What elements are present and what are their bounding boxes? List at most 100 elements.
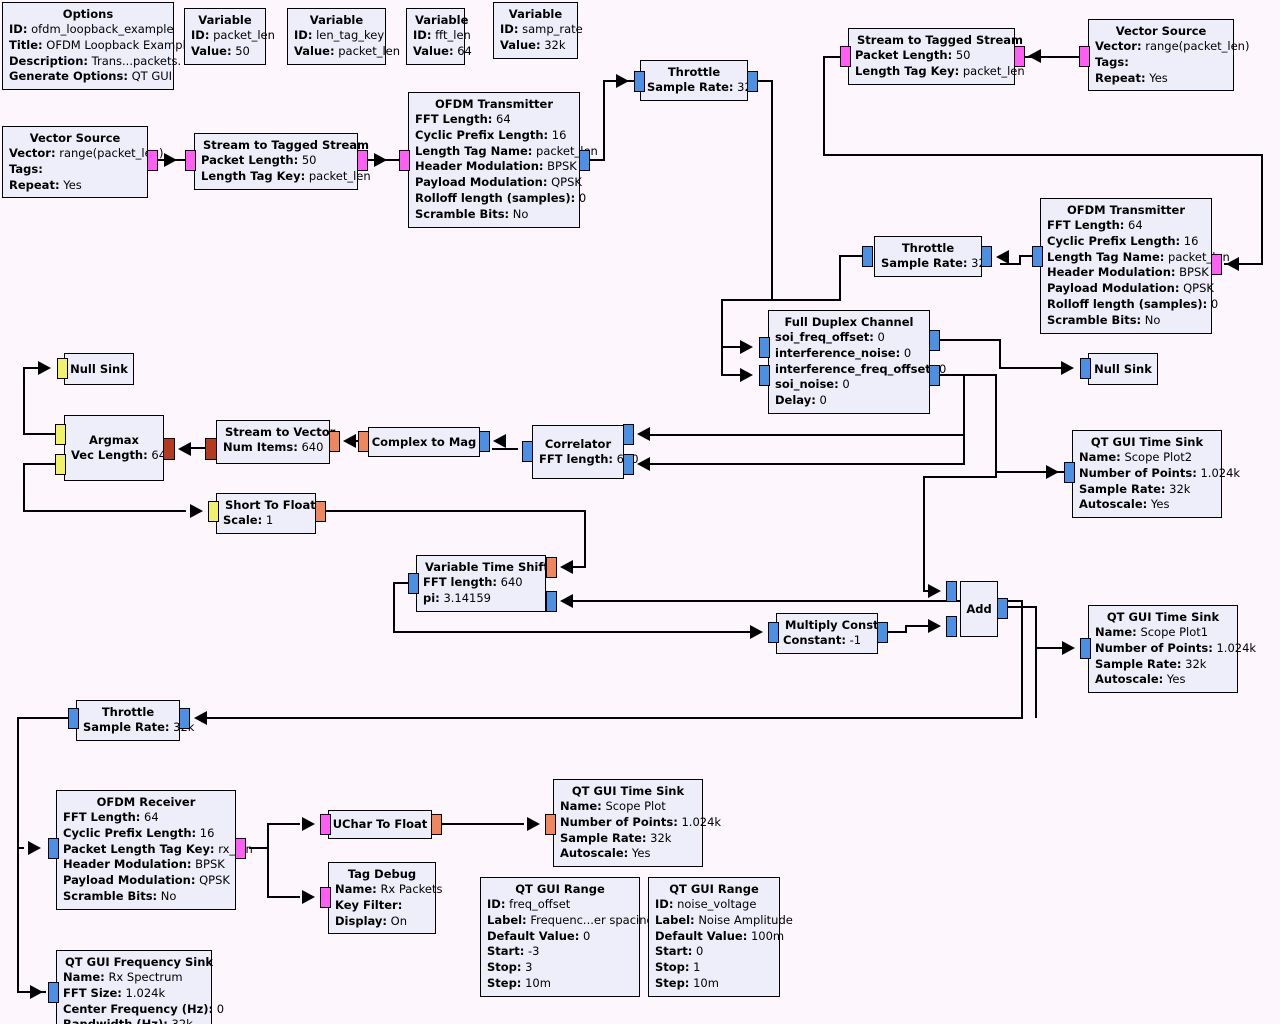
port-out-vector-source-right[interactable] [1079, 46, 1090, 67]
block-multiply-const[interactable]: Multiply Const Constant: -1 [776, 613, 879, 654]
port-in1-correlator[interactable] [623, 454, 634, 475]
port-out-stream-to-tagged-left[interactable] [357, 150, 368, 171]
port-out-throttle-top[interactable] [747, 71, 758, 92]
port-out-short-to-float[interactable] [315, 501, 326, 522]
param-step: Step: 10m [487, 975, 551, 990]
param-sample-rate: Sample Rate: 32k [560, 830, 672, 845]
param-interference-noise: interference_noise: 0 [775, 345, 912, 360]
block-throttle-mid[interactable]: Throttle Sample Rate: 32k [874, 236, 992, 277]
block-throttle-bottom[interactable]: Throttle Sample Rate: 32k [76, 700, 194, 741]
block-tag-debug[interactable]: Tag Debug Name: Rx Packets Key Filter: D… [328, 862, 443, 935]
block-stream-to-tagged-left[interactable]: Stream to Tagged Stream Packet Length: 5… [194, 133, 371, 190]
port-out1-full-duplex-channel[interactable] [929, 365, 940, 386]
port-out-uchar-to-float[interactable] [431, 814, 442, 835]
port-out1-argmax[interactable] [55, 454, 66, 475]
flowgraph-canvas[interactable]: Options ID: ofdm_loopback_example Title:… [0, 0, 1280, 1024]
port-out-add[interactable] [997, 598, 1008, 619]
param-scramble-bits: Scramble Bits: No [415, 206, 529, 221]
arrowhead [1062, 641, 1075, 655]
port-in-qt-time-sink-2[interactable] [1064, 462, 1075, 483]
port-in-throttle-top[interactable] [634, 71, 645, 92]
port-in-qt-time-sink-1[interactable] [1080, 638, 1091, 659]
block-title: Throttle [901, 241, 955, 255]
port-out-throttle-mid[interactable] [981, 246, 992, 267]
block-variable-packet-len[interactable]: Variable ID: packet_len Value: 50 [184, 8, 275, 65]
port-out-throttle-bottom[interactable] [68, 708, 79, 729]
block-null-sink-left[interactable]: Null Sink [64, 353, 134, 385]
port-in-throttle-mid[interactable] [862, 246, 873, 267]
port-out-ofdm-transmitter-right[interactable] [1032, 246, 1043, 267]
block-throttle-top[interactable]: Throttle Sample Rate: 32k [640, 60, 758, 101]
block-qt-range-noise-voltage[interactable]: QT GUI Range ID: noise_voltage Label: No… [648, 877, 793, 997]
block-options[interactable]: Options ID: ofdm_loopback_example Title:… [2, 2, 193, 91]
param-stop: Stop: 1 [655, 960, 701, 975]
block-stream-to-vector[interactable]: Stream to Vector Num Items: 640 [216, 420, 336, 464]
block-qt-range-freq-offset[interactable]: QT GUI Range ID: freq_offset Label: Freq… [480, 877, 658, 997]
param-packet-length-tag-key: Packet Length Tag Key: rx_len [63, 841, 253, 856]
block-full-duplex-channel[interactable]: Full Duplex Channel soi_freq_offset: 0 i… [768, 310, 946, 414]
param-rolloff-length: Rolloff length (samples): 0 [1047, 296, 1219, 311]
port-in1-add[interactable] [946, 616, 957, 637]
port-in-throttle-bottom[interactable] [179, 708, 190, 729]
block-qt-time-sink-2[interactable]: QT GUI Time Sink Name: Scope Plot2 Numbe… [1072, 430, 1240, 519]
port-out0-argmax[interactable] [55, 424, 66, 445]
port-in0-variable-time-shift[interactable] [546, 557, 557, 578]
block-ofdm-transmitter-right[interactable]: OFDM Transmitter FFT Length: 64 Cyclic P… [1040, 198, 1230, 334]
port-in0-add[interactable] [946, 581, 957, 602]
param-start: Start: 0 [655, 944, 704, 959]
port-in-ofdm-transmitter-left[interactable] [399, 150, 410, 171]
block-correlator[interactable]: Correlator FFT length: 640 [532, 425, 639, 479]
port-in-argmax[interactable] [163, 438, 175, 460]
port-in0-full-duplex-channel[interactable] [759, 337, 770, 358]
port-in-qt-time-sink-0[interactable] [545, 814, 556, 835]
port-in-ofdm-receiver[interactable] [48, 838, 59, 859]
block-variable-len-tag-key[interactable]: Variable ID: len_tag_key Value: packet_l… [287, 8, 400, 65]
port-out-correlator[interactable] [522, 441, 533, 462]
port-in-uchar-to-float[interactable] [320, 814, 331, 835]
block-complex-to-mag[interactable]: Complex to Mag [368, 427, 480, 457]
port-in-multiply-const[interactable] [768, 622, 779, 643]
param-payload-modulation: Payload Modulation: QPSK [1047, 281, 1214, 296]
port-out-stream-to-tagged-right[interactable] [840, 46, 851, 67]
block-qt-time-sink-0[interactable]: QT GUI Time Sink Name: Scope Plot Number… [553, 779, 721, 868]
port-in-stream-to-tagged-right[interactable] [1014, 46, 1025, 67]
port-in-null-sink-left[interactable] [57, 358, 68, 379]
block-null-sink-right[interactable]: Null Sink [1088, 353, 1158, 385]
port-in-ofdm-transmitter-right[interactable] [1211, 254, 1222, 275]
port-out-variable-time-shift[interactable] [408, 573, 419, 594]
port-in-qt-frequency-sink[interactable] [48, 982, 59, 1003]
block-title: Stream to Vector [225, 425, 336, 439]
port-in0-correlator[interactable] [623, 424, 634, 445]
block-variable-samp-rate[interactable]: Variable ID: samp_rate Value: 32k [493, 2, 583, 59]
port-in1-variable-time-shift[interactable] [546, 591, 557, 612]
block-variable-time-shift[interactable]: Variable Time Shift FFT length: 640 pi: … [416, 555, 549, 612]
port-out-multiply-const[interactable] [877, 622, 888, 643]
port-in-stream-to-vector[interactable] [329, 431, 340, 452]
block-short-to-float[interactable]: Short To Float Scale: 1 [216, 493, 316, 534]
block-add[interactable]: Add [960, 581, 998, 637]
port-in-tag-debug[interactable] [320, 887, 331, 908]
port-out-complex-to-mag[interactable] [358, 431, 369, 452]
port-in-complex-to-mag[interactable] [479, 431, 490, 452]
port-in-null-sink-right[interactable] [1080, 358, 1091, 379]
block-ofdm-receiver[interactable]: OFDM Receiver FFT Length: 64 Cyclic Pref… [56, 790, 253, 910]
block-variable-fft-len[interactable]: Variable ID: fft_len Value: 64 [406, 8, 472, 65]
block-vector-source-left[interactable]: Vector Source Vector: range(packet_len) … [2, 126, 163, 199]
block-argmax[interactable]: Argmax Vec Length: 640 [64, 415, 173, 481]
block-ofdm-transmitter-left[interactable]: OFDM Transmitter FFT Length: 64 Cyclic P… [408, 92, 598, 228]
block-vector-source-right[interactable]: Vector Source Vector: range(packet_len) … [1088, 19, 1249, 92]
block-stream-to-tagged-right[interactable]: Stream to Tagged Stream Packet Length: 5… [848, 28, 1025, 85]
port-out0-full-duplex-channel[interactable] [929, 330, 940, 351]
block-qt-time-sink-1[interactable]: QT GUI Time Sink Name: Scope Plot1 Numbe… [1088, 605, 1256, 694]
port-out-stream-to-vector[interactable] [205, 438, 217, 460]
port-out-ofdm-transmitter-left[interactable] [579, 150, 590, 171]
port-in1-full-duplex-channel[interactable] [759, 365, 770, 386]
port-out-vector-source-left[interactable] [147, 150, 158, 171]
port-in-short-to-float[interactable] [208, 501, 219, 522]
port-out-ofdm-receiver[interactable] [235, 838, 246, 859]
block-title: QT GUI Time Sink [571, 784, 685, 798]
port-in-stream-to-tagged-left[interactable] [185, 150, 196, 171]
param-header-modulation: Header Modulation: BPSK [1047, 265, 1209, 280]
block-uchar-to-float[interactable]: UChar To Float [328, 810, 432, 839]
block-qt-frequency-sink[interactable]: QT GUI Frequency Sink Name: Rx Spectrum … [56, 950, 224, 1024]
